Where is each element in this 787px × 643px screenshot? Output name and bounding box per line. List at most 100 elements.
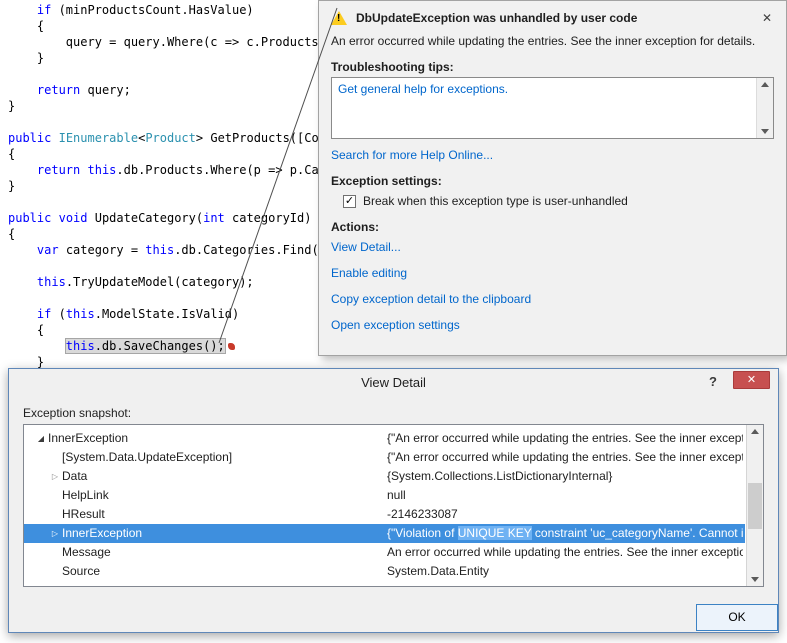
property-name: HResult [62, 505, 105, 524]
dialog-titlebar[interactable]: View Detail ? ✕ [9, 369, 778, 395]
code-token: query = query.Where(c => c.Products. [8, 35, 326, 49]
exception-property-row[interactable]: ▷InnerException{"Violation of UNIQUE KEY… [24, 524, 745, 543]
scroll-up-icon[interactable] [751, 429, 759, 434]
code-token: { [8, 147, 15, 161]
popup-message: An error occurred while updating the ent… [331, 34, 774, 48]
code-token: if [37, 307, 51, 321]
code-token [51, 131, 58, 145]
tree-collapsed-icon[interactable]: ▷ [48, 467, 62, 486]
tree-collapsed-icon[interactable]: ▷ [48, 524, 62, 543]
dialog-body: Exception snapshot: ◢ InnerException {"An … [9, 406, 778, 643]
code-token: categoryId) [225, 211, 312, 225]
code-token: void [59, 211, 88, 225]
code-token: { [8, 227, 15, 241]
popup-action-link[interactable]: Enable editing [331, 266, 774, 280]
code-token: .TryUpdateModel(category); [66, 275, 254, 289]
popup-actions-list: View Detail... Enable editing Copy excepti… [331, 240, 774, 332]
property-value: System.Data.Entity [387, 562, 743, 581]
exception-property-row[interactable]: HelpLink null [24, 486, 745, 505]
search-help-link[interactable]: Search for more Help Online... [331, 148, 493, 162]
scroll-up-icon[interactable] [761, 82, 769, 87]
actions-label: Actions: [331, 220, 774, 234]
tree-expanded-icon[interactable]: ◢ [34, 429, 48, 448]
break-checkbox-label: Break when this exception type is user-u… [363, 194, 628, 208]
code-token: this [37, 275, 66, 289]
code-token: .db.SaveChanges(); [95, 339, 225, 353]
code-token: IEnumerable [59, 131, 138, 145]
tip-link[interactable]: Get general help for exceptions. [338, 82, 508, 96]
troubleshooting-label: Troubleshooting tips: [331, 60, 774, 74]
tips-scrollbar[interactable] [756, 78, 773, 138]
troubleshooting-tips-box: Get general help for exceptions. [331, 77, 774, 139]
exception-property-row[interactable]: HResult -2146233087 [24, 505, 745, 524]
popup-action-link[interactable]: View Detail... [331, 240, 774, 254]
property-name: [System.Data.UpdateException] [62, 448, 232, 467]
code-token [8, 3, 37, 17]
current-statement-highlight: this.db.SaveChanges(); [66, 339, 225, 353]
exception-property-row[interactable]: ◢InnerException{"An error occurred while… [24, 429, 745, 448]
code-token: Product [145, 131, 196, 145]
code-token: public [8, 131, 51, 145]
exception-settings-label: Exception settings: [331, 174, 774, 188]
code-token [8, 307, 37, 321]
error-glyph-icon [228, 343, 235, 350]
dialog-close-button[interactable]: ✕ [733, 371, 770, 389]
property-value: {"An error occurred while updating the e… [387, 448, 743, 467]
property-name: Data [62, 467, 87, 486]
code-token [80, 163, 87, 177]
exception-snapshot-label: Exception snapshot: [23, 406, 764, 420]
code-token: } [8, 355, 44, 369]
property-value: null [387, 486, 743, 505]
code-token: public [8, 211, 51, 225]
code-token: if [37, 3, 51, 17]
break-checkbox-row[interactable]: ✓ Break when this exception type is user… [343, 194, 774, 208]
code-token: this [66, 307, 95, 321]
code-token [8, 339, 66, 353]
code-token [8, 163, 37, 177]
close-icon[interactable]: ✕ [760, 11, 774, 25]
scroll-down-icon[interactable] [751, 577, 759, 582]
code-token: .db.Products.Where(p => p.Cat [116, 163, 326, 177]
exception-assistant-popup: DbUpdateException was unhandled by user … [318, 0, 787, 356]
property-value: {"An error occurred while updating the e… [387, 429, 743, 448]
code-token: > GetProducts([Cont [196, 131, 333, 145]
code-token [8, 275, 37, 289]
code-token: return [37, 83, 80, 97]
property-value: -2146233087 [387, 505, 743, 524]
code-token [51, 211, 58, 225]
popup-title-row: DbUpdateException was unhandled by user … [331, 9, 774, 27]
code-token: var [37, 243, 59, 257]
property-value: {System.Collections.ListDictionaryIntern… [387, 467, 743, 486]
exception-grid-rows: ◢ InnerException {"An error occurred while… [24, 429, 745, 586]
scrollbar-thumb[interactable] [748, 483, 762, 529]
property-value: An error occurred while updating the ent… [387, 543, 743, 562]
checkbox-checked-icon[interactable]: ✓ [343, 195, 356, 208]
code-token: ( [51, 307, 65, 321]
popup-title: DbUpdateException was unhandled by user … [356, 11, 760, 25]
scroll-down-icon[interactable] [761, 129, 769, 134]
code-token: .db.Categories.Find(ca [174, 243, 333, 257]
property-name: InnerException [62, 524, 142, 543]
code-token: (minProductsCount.HasValue) [51, 3, 253, 17]
warning-icon [331, 11, 347, 25]
code-token: { [8, 323, 44, 337]
exception-property-row[interactable]: MessageAn error occurred while updating … [24, 543, 745, 562]
property-name: HelpLink [62, 486, 109, 505]
exception-snapshot-grid: ◢ InnerException {"An error occurred while… [23, 424, 764, 587]
grid-scrollbar[interactable] [746, 425, 763, 586]
exception-property-row[interactable]: ▷Data {System.Collections.ListDictionaryI… [24, 467, 745, 486]
dialog-title: View Detail [9, 375, 778, 390]
code-token: .ModelState.IsValid) [95, 307, 240, 321]
code-token [8, 243, 37, 257]
property-name: Source [62, 562, 100, 581]
code-token: category = [59, 243, 146, 257]
popup-action-link[interactable]: Open exception settings [331, 318, 774, 332]
ok-button[interactable]: OK [696, 604, 778, 631]
code-token: { [8, 19, 44, 33]
help-icon[interactable]: ? [704, 374, 722, 389]
exception-property-row[interactable]: Source System.Data.Entity [24, 562, 745, 581]
popup-action-link[interactable]: Copy exception detail to the clipboard [331, 292, 774, 306]
close-icon: ✕ [747, 374, 756, 386]
exception-property-row[interactable]: [System.Data.UpdateException] {"An error … [24, 448, 745, 467]
code-token: UpdateCategory( [88, 211, 204, 225]
